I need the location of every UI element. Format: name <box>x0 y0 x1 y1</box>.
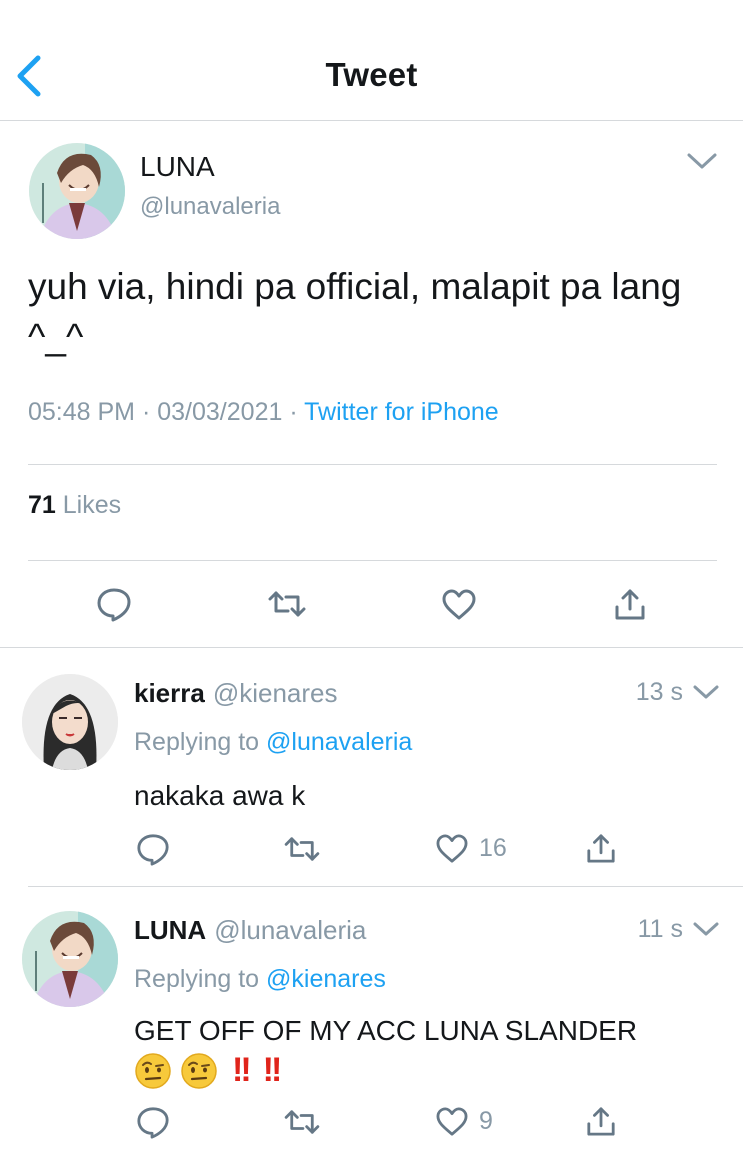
avatar[interactable] <box>22 674 118 770</box>
likes-label: Likes <box>62 491 122 519</box>
page-title: Tweet <box>325 56 418 93</box>
retweet-icon <box>268 591 306 617</box>
replying-to: Replying to @lunavaleria <box>134 728 412 757</box>
reply-button[interactable] <box>136 832 170 866</box>
replying-to: Replying to @kienares <box>134 965 386 994</box>
like-button[interactable] <box>441 589 477 621</box>
avatar[interactable] <box>29 143 125 239</box>
share-icon <box>587 1107 615 1136</box>
retweet-icon <box>284 837 320 861</box>
reply-options-button[interactable] <box>690 682 722 702</box>
heart-icon <box>436 834 468 863</box>
share-button[interactable] <box>586 832 616 864</box>
like-count: 9 <box>479 1107 493 1135</box>
reply-text: nakaka awa k <box>134 780 306 811</box>
reply-author[interactable]: kierra @kienares <box>134 678 338 709</box>
tweet-source-link[interactable]: Twitter for iPhone <box>304 398 499 426</box>
retweet-button[interactable] <box>268 589 306 619</box>
retweet-button[interactable] <box>284 835 320 863</box>
face-with-raised-eyebrow-icon <box>135 1052 171 1089</box>
display-name: kierra <box>134 678 205 708</box>
tweet-date: 03/03/2021 <box>157 398 283 426</box>
like-button[interactable] <box>435 1107 469 1137</box>
display-name: LUNA <box>134 915 207 945</box>
chevron-down-icon <box>693 922 719 936</box>
comment-bubble-icon <box>137 1107 169 1139</box>
user-handle: @kienares <box>212 678 338 708</box>
nav-header: Tweet <box>0 0 743 121</box>
chevron-down-icon <box>687 153 717 169</box>
reply-timestamp: 13 s <box>635 678 683 706</box>
likes-summary[interactable]: 71 Likes <box>28 491 121 520</box>
retweet-button[interactable] <box>284 1108 320 1136</box>
tweet-meta: 05:48 PM · 03/03/2021 · Twitter for iPho… <box>28 398 499 427</box>
reply-author[interactable]: LUNA @lunavaleria <box>134 915 366 946</box>
retweet-icon <box>284 1110 320 1134</box>
face-with-raised-eyebrow-icon <box>181 1052 217 1089</box>
like-button[interactable] <box>435 834 469 864</box>
share-button[interactable] <box>586 1105 616 1137</box>
reply-tweet[interactable]: kierra @kienares 13 s Replying to @lunava… <box>0 648 743 886</box>
mention-link[interactable]: @kienares <box>266 965 386 993</box>
reply-text: GET OFF OF MY ACC LUNA SLANDER <box>134 1015 638 1046</box>
reply-button[interactable] <box>136 1105 170 1139</box>
heart-icon <box>442 589 476 620</box>
user-avatar-illustration <box>29 143 125 239</box>
share-icon <box>615 589 645 620</box>
tweet-detail-screen: Tweet LUNA @lunavaleria yuh via, hindi p… <box>0 0 743 1156</box>
user-handle[interactable]: @lunavaleria <box>140 193 280 221</box>
mention-link[interactable]: @lunavaleria <box>266 728 412 756</box>
comment-bubble-icon <box>97 588 131 622</box>
reply-timestamp: 11 s <box>637 915 683 943</box>
main-tweet: LUNA @lunavaleria yuh via, hindi pa offi… <box>0 121 743 648</box>
meta-separator-dot: · <box>289 398 305 426</box>
display-name[interactable]: LUNA <box>140 151 215 183</box>
share-button[interactable] <box>614 587 646 621</box>
tweet-text: yuh via, hindi pa official, malapit pa l… <box>28 266 682 357</box>
user-handle: @lunavaleria <box>214 915 367 945</box>
tweet-options-button[interactable] <box>686 151 718 171</box>
user-avatar-illustration <box>22 674 118 770</box>
like-count: 16 <box>479 834 507 862</box>
user-avatar-illustration <box>22 911 118 1007</box>
replying-label: Replying to <box>134 965 260 993</box>
heart-icon <box>436 1107 468 1136</box>
replying-label: Replying to <box>134 728 260 756</box>
emoji-row: !! !! <box>134 1051 283 1090</box>
double-exclamation-icon: !! <box>262 1051 283 1089</box>
reply-tweet[interactable]: LUNA @lunavaleria 11 s Replying to @kiena… <box>0 887 743 1156</box>
comment-bubble-icon <box>137 834 169 866</box>
share-icon <box>587 834 615 863</box>
reply-button[interactable] <box>96 586 132 622</box>
divider <box>28 464 717 465</box>
meta-separator-dot: · <box>141 398 158 426</box>
chevron-down-icon <box>693 685 719 699</box>
double-exclamation-icon: !! <box>232 1051 252 1089</box>
divider <box>28 560 717 561</box>
likes-count: 71 <box>28 491 56 519</box>
avatar[interactable] <box>22 911 118 1007</box>
tweet-time: 05:48 PM <box>28 398 136 426</box>
reply-options-button[interactable] <box>690 919 722 939</box>
